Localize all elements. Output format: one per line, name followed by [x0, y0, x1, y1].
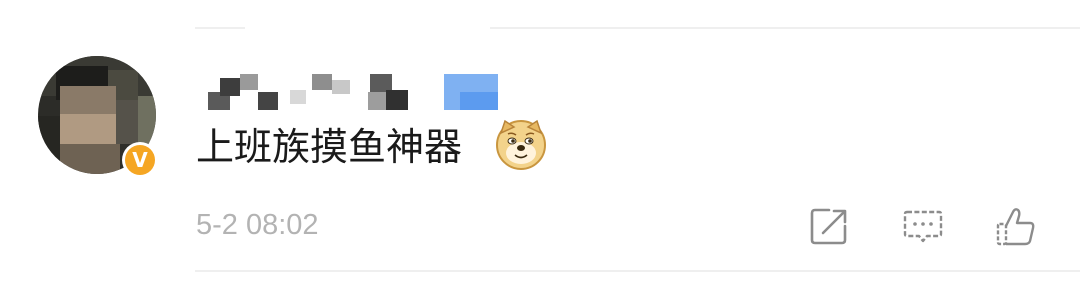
- like-button[interactable]: [994, 204, 1038, 248]
- bottom-divider: [195, 270, 1080, 272]
- share-icon: [810, 208, 847, 245]
- thumbs-up-icon: [996, 208, 1035, 246]
- share-button[interactable]: [807, 204, 851, 248]
- comment-text: 上班族摸鱼神器: [196, 125, 463, 169]
- doge-emoji-icon: [494, 117, 548, 171]
- top-divider: [195, 27, 1080, 29]
- comment-timestamp: 5-2 08:02: [196, 209, 319, 241]
- username-obscured[interactable]: [200, 72, 500, 112]
- verified-badge-icon: V: [122, 142, 158, 178]
- verified-badge-letter: V: [125, 145, 155, 175]
- reply-button[interactable]: [901, 204, 945, 248]
- comment-icon: [903, 210, 943, 243]
- comment-card: V 上班族摸鱼神器 5-2 08:02: [0, 0, 1080, 290]
